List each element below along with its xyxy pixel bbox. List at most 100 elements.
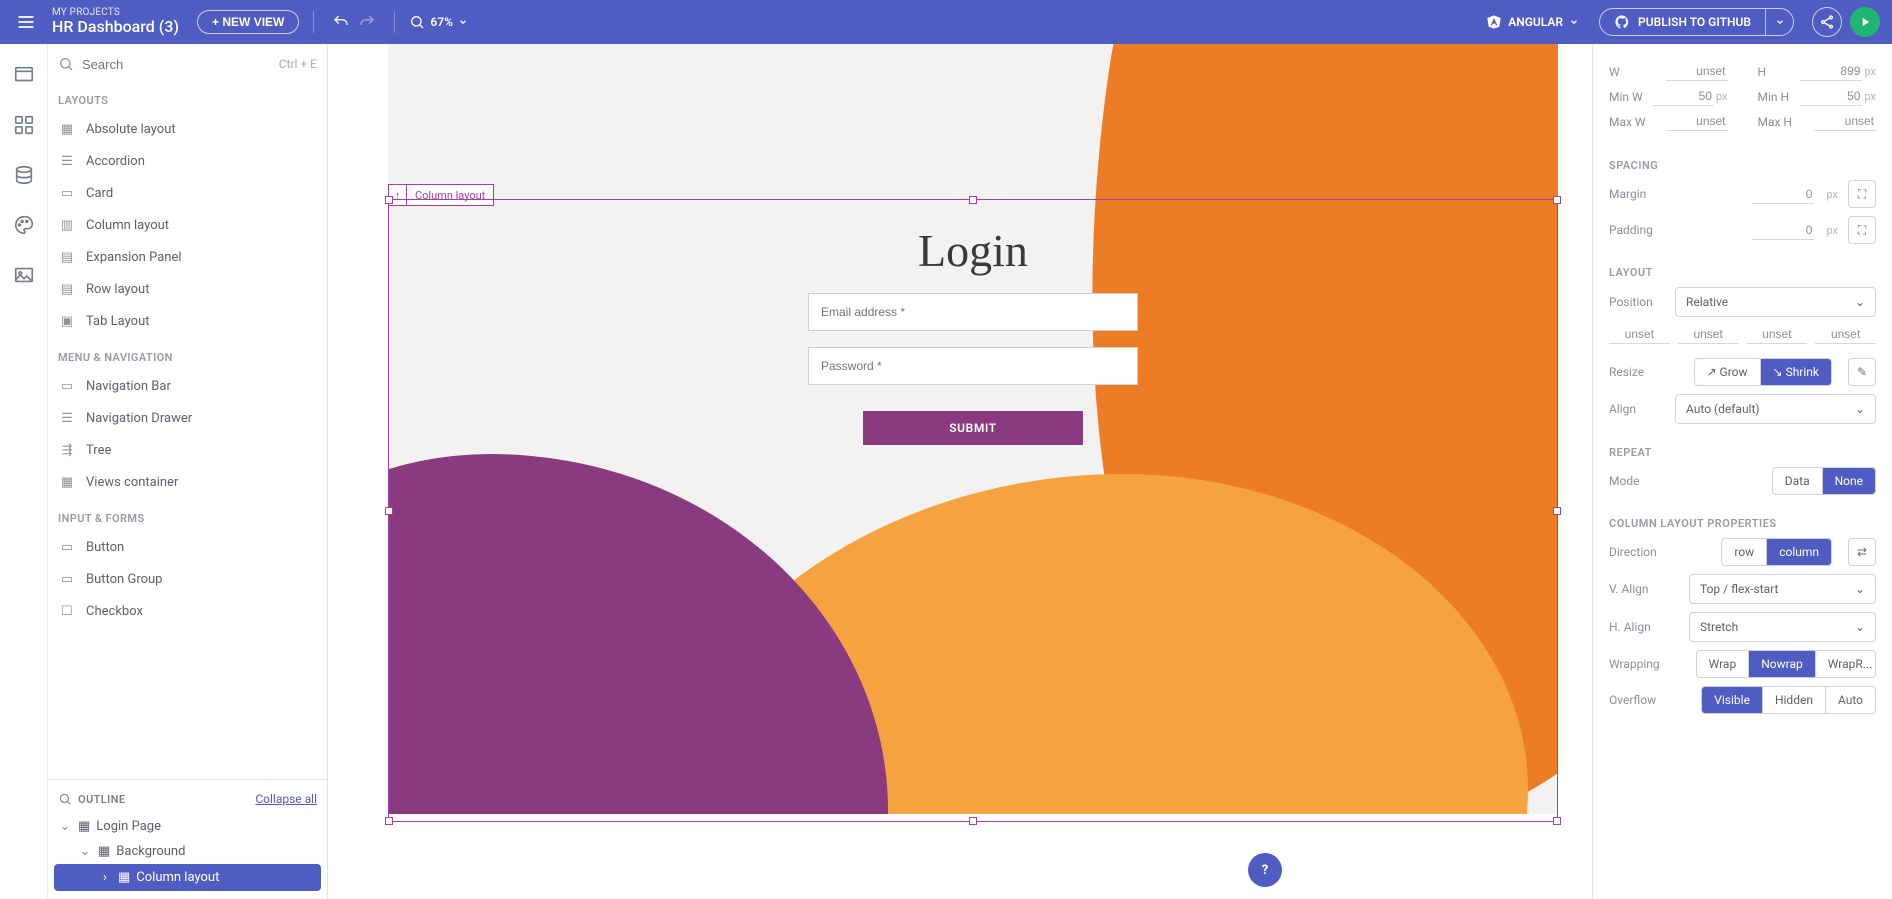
- wrapping-segment: Wrap Nowrap WrapR...: [1696, 650, 1876, 678]
- maxh-input[interactable]: [1814, 112, 1876, 131]
- edit-resize-icon[interactable]: ✎: [1848, 358, 1876, 386]
- main: Ctrl + E LAYOUTS ▦Absolute layout ☰Accor…: [0, 44, 1892, 899]
- selection-rect[interactable]: [388, 199, 1558, 822]
- shrink-button[interactable]: ↘ Shrink: [1761, 359, 1831, 385]
- comp-checkbox[interactable]: ☐Checkbox: [48, 595, 327, 627]
- section-layouts: LAYOUTS: [48, 80, 327, 113]
- top-bar: MY PROJECTS HR Dashboard (3) + NEW VIEW …: [0, 0, 1892, 44]
- zoom-control[interactable]: 67%: [409, 14, 468, 30]
- comp-navigation-drawer[interactable]: ☰Navigation Drawer: [48, 402, 327, 434]
- resize-handle[interactable]: [1553, 817, 1561, 825]
- input-icon: ▭: [58, 570, 76, 588]
- comp-navigation-bar[interactable]: ▭Navigation Bar: [48, 370, 327, 402]
- new-view-button[interactable]: + NEW VIEW: [197, 10, 299, 34]
- direction-column-button[interactable]: column: [1767, 539, 1831, 565]
- position-select[interactable]: Relative⌄: [1675, 287, 1876, 317]
- nav-icon: ☰: [58, 409, 76, 427]
- repeat-data-button[interactable]: Data: [1773, 468, 1823, 494]
- wrap-button[interactable]: Wrap: [1697, 651, 1750, 677]
- resize-handle[interactable]: [385, 196, 393, 204]
- nav-icon: ⇶: [58, 441, 76, 459]
- tree-row-selected[interactable]: › ▦ Column layout: [54, 864, 321, 891]
- halign-select[interactable]: Stretch⌄: [1689, 612, 1876, 642]
- assets-icon[interactable]: [11, 262, 37, 288]
- theme-icon[interactable]: [11, 212, 37, 238]
- layout-icon: ▭: [58, 184, 76, 202]
- project-block[interactable]: MY PROJECTS HR Dashboard (3): [52, 8, 179, 35]
- valign-select[interactable]: Top / flex-start⌄: [1689, 574, 1876, 604]
- grow-button[interactable]: ↗ Grow: [1695, 359, 1761, 385]
- height-input[interactable]: [1800, 62, 1862, 81]
- padding-input[interactable]: [1752, 221, 1814, 240]
- offset-input[interactable]: [1609, 325, 1670, 344]
- minh-input[interactable]: [1800, 87, 1862, 106]
- comp-button-group[interactable]: ▭Button Group: [48, 563, 327, 595]
- position-offsets: [1609, 325, 1876, 344]
- chevron-down-icon: ⌄: [58, 819, 72, 834]
- wrapreverse-button[interactable]: WrapR...: [1816, 651, 1876, 677]
- align-select[interactable]: Auto (default)⌄: [1675, 394, 1876, 424]
- resize-handle[interactable]: [969, 196, 977, 204]
- width-input[interactable]: [1666, 62, 1728, 81]
- comp-views-container[interactable]: ▦Views container: [48, 466, 327, 498]
- comp-expansion-panel[interactable]: ▤Expansion Panel: [48, 241, 327, 273]
- offset-input[interactable]: [1815, 325, 1876, 344]
- preview-button[interactable]: [1850, 7, 1880, 37]
- redo-icon[interactable]: [354, 9, 380, 35]
- help-button[interactable]: ?: [1248, 853, 1282, 887]
- section-repeat: REPEAT: [1609, 446, 1876, 459]
- collapse-all-link[interactable]: Collapse all: [255, 792, 317, 806]
- grid-icon: ▦: [78, 819, 90, 834]
- search-icon: [58, 56, 74, 72]
- resize-handle[interactable]: [385, 507, 393, 515]
- direction-row-button[interactable]: row: [1722, 539, 1767, 565]
- direction-segment: row column: [1721, 538, 1832, 566]
- publish-dropdown[interactable]: [1765, 9, 1793, 35]
- components-icon[interactable]: [11, 112, 37, 138]
- comp-accordion[interactable]: ☰Accordion: [48, 145, 327, 177]
- comp-row-layout[interactable]: ▤Row layout: [48, 273, 327, 305]
- data-icon[interactable]: [11, 162, 37, 188]
- expand-padding-icon[interactable]: ⛶: [1848, 216, 1876, 244]
- repeat-none-button[interactable]: None: [1823, 468, 1875, 494]
- margin-input[interactable]: [1752, 185, 1814, 204]
- offset-input[interactable]: [1747, 325, 1808, 344]
- publish-label: PUBLISH TO GITHUB: [1638, 15, 1751, 29]
- tree-row-background[interactable]: ⌄ ▦ Background: [48, 839, 327, 864]
- tree-row-root[interactable]: ⌄ ▦ Login Page: [48, 814, 327, 839]
- resize-handle[interactable]: [385, 817, 393, 825]
- share-button[interactable]: [1812, 7, 1842, 37]
- publish-button[interactable]: PUBLISH TO GITHUB: [1600, 9, 1765, 35]
- resize-handle[interactable]: [1553, 196, 1561, 204]
- comp-button[interactable]: ▭Button: [48, 531, 327, 563]
- separator: [394, 11, 395, 33]
- overflow-auto-button[interactable]: Auto: [1826, 687, 1875, 713]
- layout-icon: ▣: [58, 312, 76, 330]
- maxw-input[interactable]: [1666, 112, 1728, 131]
- overflow-hidden-button[interactable]: Hidden: [1763, 687, 1826, 713]
- views-icon[interactable]: [11, 62, 37, 88]
- expand-margin-icon[interactable]: ⛶: [1848, 180, 1876, 208]
- comp-column-layout[interactable]: ▥Column layout: [48, 209, 327, 241]
- resize-handle[interactable]: [969, 817, 977, 825]
- left-panel: Ctrl + E LAYOUTS ▦Absolute layout ☰Accor…: [48, 44, 328, 899]
- comp-card[interactable]: ▭Card: [48, 177, 327, 209]
- comp-absolute-layout[interactable]: ▦Absolute layout: [48, 113, 327, 145]
- overflow-visible-button[interactable]: Visible: [1702, 687, 1763, 713]
- layout-icon: ☰: [58, 152, 76, 170]
- comp-tab-layout[interactable]: ▣Tab Layout: [48, 305, 327, 337]
- search-input[interactable]: [82, 57, 271, 72]
- section-layout: LAYOUT: [1609, 266, 1876, 279]
- canvas[interactable]: Login SUBMIT ↑ Column layout ?: [328, 44, 1592, 899]
- hamburger-icon[interactable]: [12, 8, 40, 36]
- offset-input[interactable]: [1678, 325, 1739, 344]
- components-scroll[interactable]: LAYOUTS ▦Absolute layout ☰Accordion ▭Car…: [48, 80, 327, 779]
- framework-selector[interactable]: ANGULAR: [1486, 14, 1579, 30]
- layout-icon: ▦: [58, 120, 76, 138]
- nowrap-button[interactable]: Nowrap: [1749, 651, 1816, 677]
- resize-handle[interactable]: [1553, 507, 1561, 515]
- minw-input[interactable]: [1652, 87, 1714, 106]
- undo-icon[interactable]: [328, 9, 354, 35]
- swap-direction-icon[interactable]: ⇄: [1848, 538, 1876, 566]
- comp-tree[interactable]: ⇶Tree: [48, 434, 327, 466]
